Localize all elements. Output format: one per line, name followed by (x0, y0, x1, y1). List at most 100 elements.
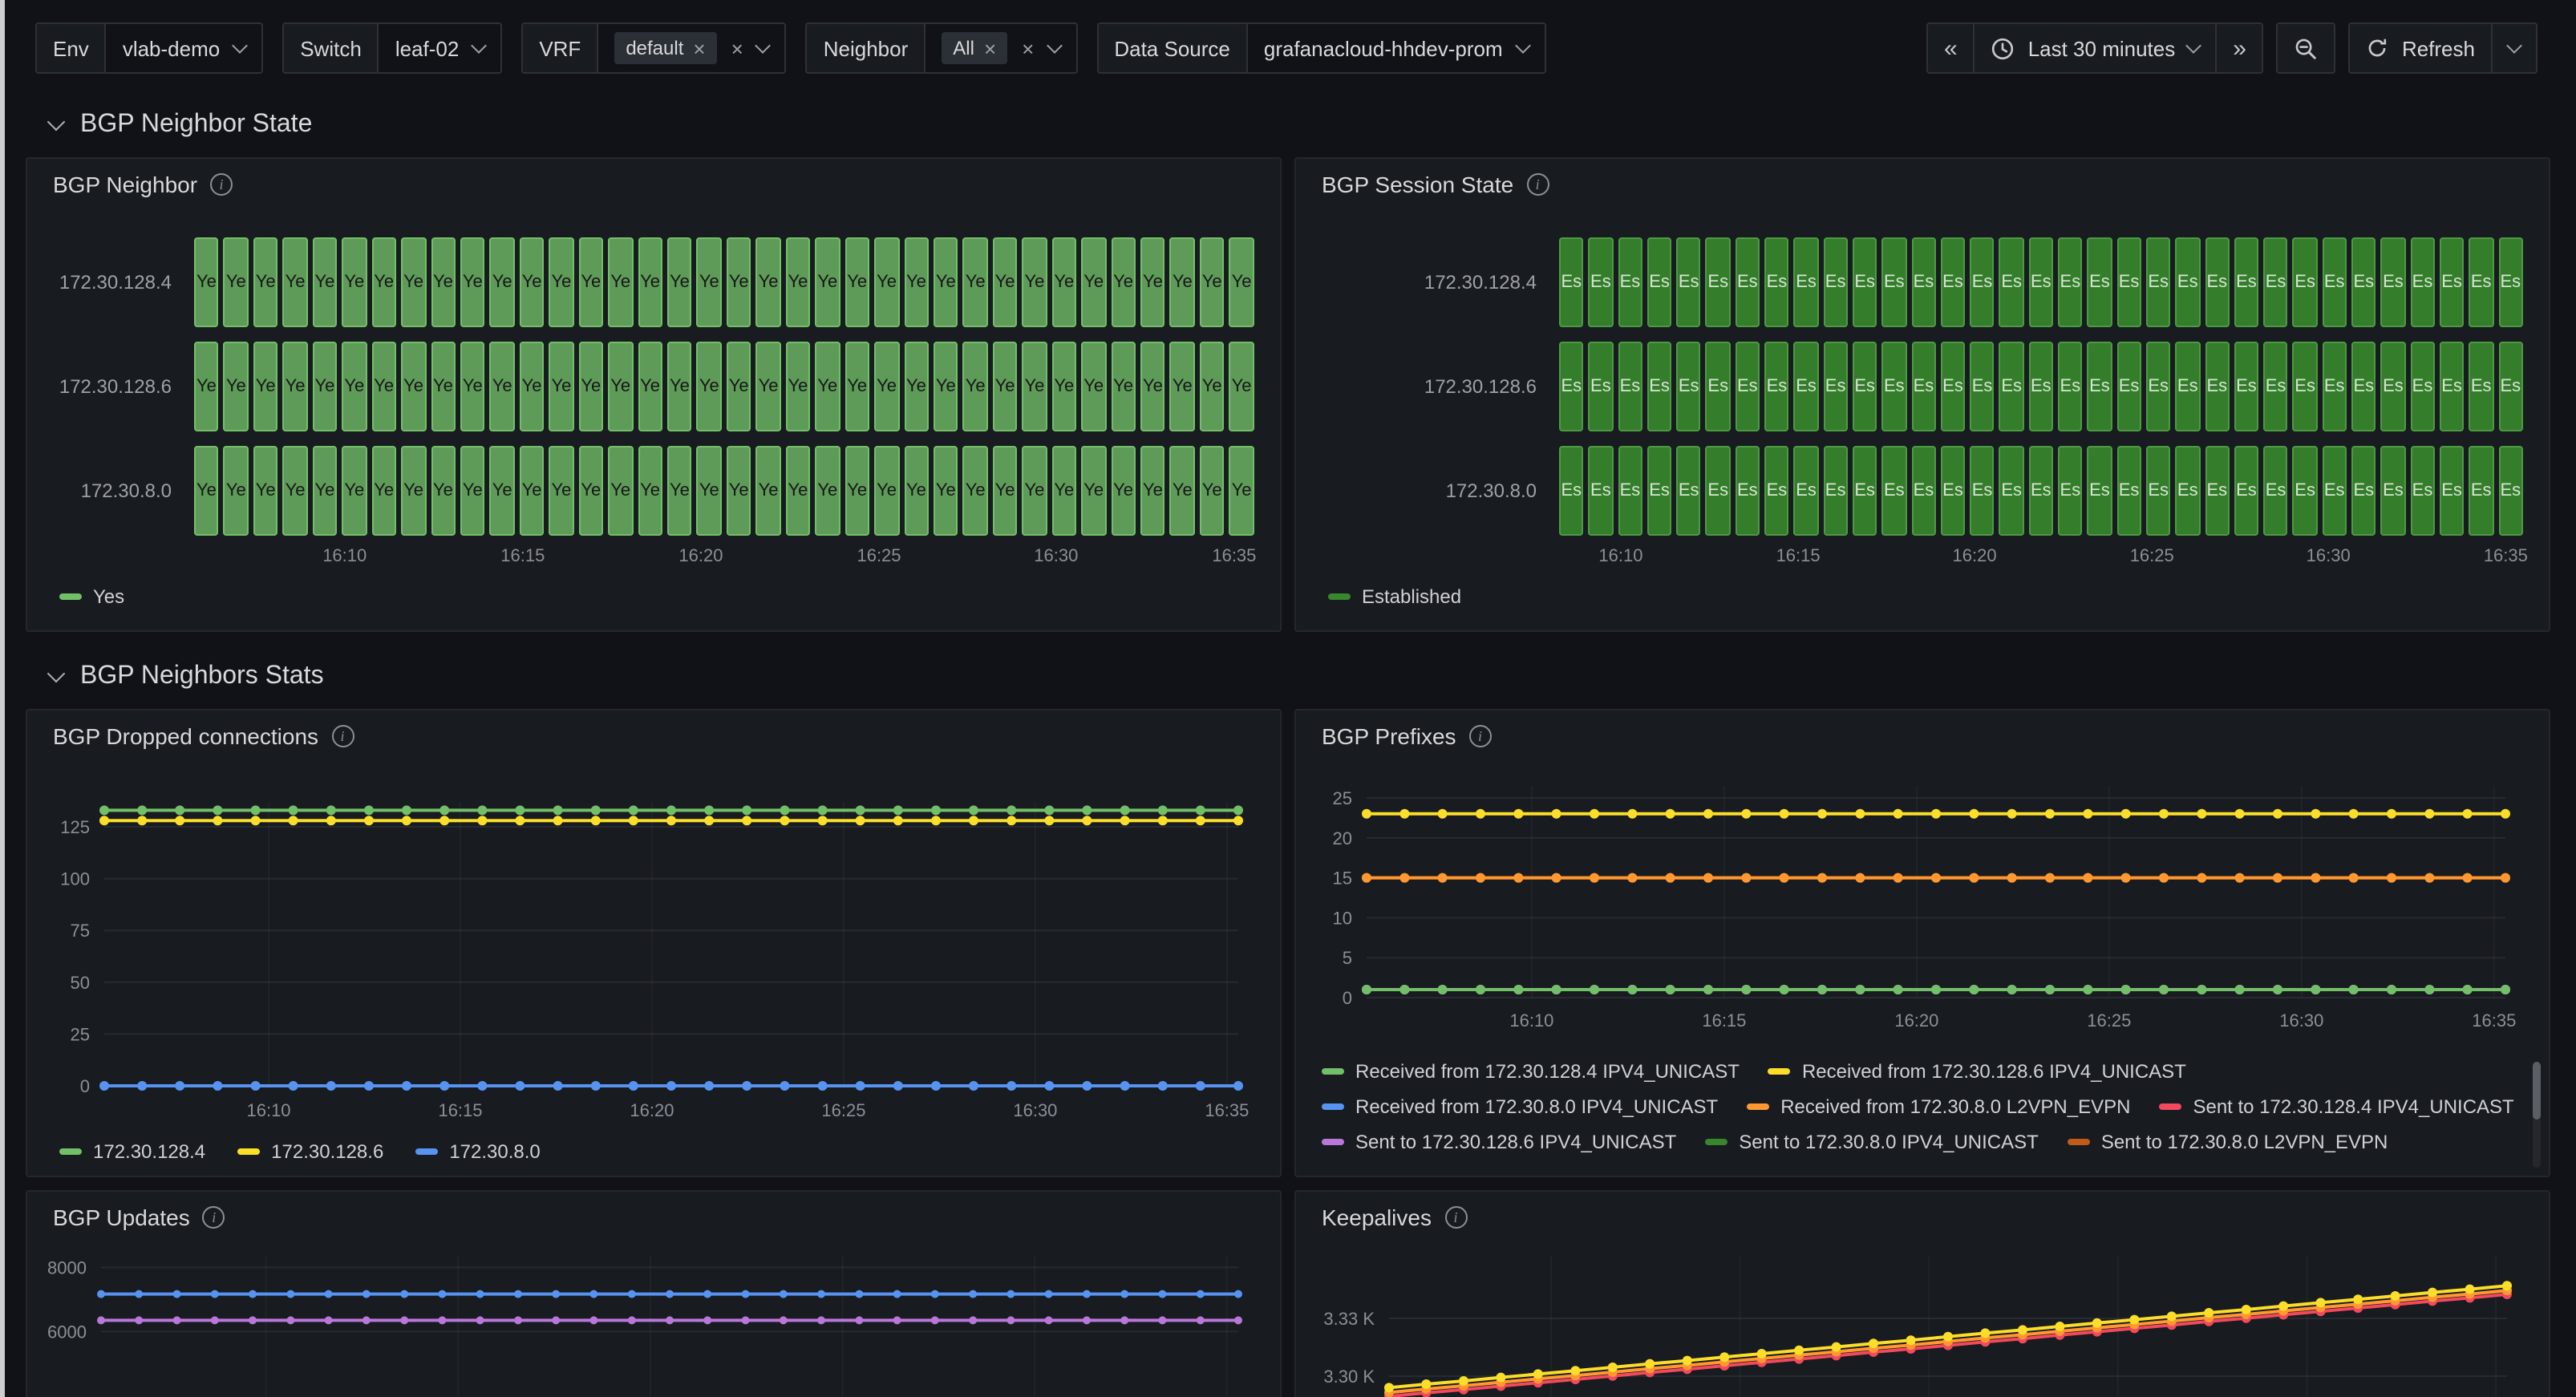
legend-item[interactable]: Established (1328, 585, 1461, 608)
legend-scrollbar[interactable] (2533, 1062, 2541, 1168)
series-point (514, 1290, 522, 1298)
legend-item[interactable]: Received from 172.30.8.0 L2VPN_EVPN (1747, 1089, 2130, 1123)
status-cell: Ye (313, 342, 338, 431)
legend-item[interactable]: 172.30.128.4 (59, 1140, 205, 1163)
info-icon[interactable] (1444, 1206, 1467, 1229)
status-row: 172.30.128.4YeYeYeYeYeYeYeYeYeYeYeYeYeYe… (27, 237, 1280, 327)
status-cell: Ye (756, 446, 781, 536)
status-cell: Ye (904, 446, 929, 536)
series-point (2242, 1305, 2251, 1314)
series-point (704, 805, 714, 815)
panel-header[interactable]: Keepalives (1296, 1192, 2549, 1243)
panel-header[interactable]: BGP Updates (27, 1192, 1280, 1243)
chip-label: default (626, 37, 683, 59)
dashboard-content: BGP Neighbor State BGP Neighbor 172.30.1… (0, 93, 2576, 1397)
remove-value-icon[interactable] (984, 38, 996, 59)
status-cell: Es (2029, 342, 2054, 431)
y-tick-label: 25 (1333, 788, 1352, 808)
var-switch-select[interactable]: leaf-02 (378, 22, 503, 74)
series-point (1969, 873, 1979, 883)
status-cell: Es (1823, 342, 1848, 431)
legend-item[interactable]: Received from 172.30.8.0 IPV4_UNICAST (1322, 1089, 1718, 1123)
remove-value-icon[interactable] (693, 38, 705, 59)
time-shift-back-button[interactable] (1926, 22, 1975, 74)
time-controls: Last 30 minutes (1926, 22, 2538, 74)
series-point (1082, 805, 1092, 815)
var-vrf-select[interactable]: default (597, 22, 786, 74)
info-icon[interactable] (331, 725, 354, 747)
series-point (249, 1316, 257, 1324)
chart-legend: 172.30.128.4 172.30.128.6 172.30.8.0 (59, 1140, 541, 1163)
status-cell: Es (2410, 237, 2435, 327)
var-vrf-chip[interactable]: default (614, 32, 716, 64)
status-cells: EsEsEsEsEsEsEsEsEsEsEsEsEsEsEsEsEsEsEsEs… (1559, 446, 2523, 536)
series-point (780, 1316, 788, 1324)
series-point (515, 805, 525, 815)
series-point (2045, 873, 2055, 883)
series-point (780, 805, 789, 815)
clear-all-icon[interactable] (1022, 38, 1034, 59)
zoom-out-button[interactable] (2277, 22, 2336, 74)
legend-item[interactable]: 172.30.8.0 (415, 1140, 540, 1163)
panel-header[interactable]: BGP Prefixes (1296, 711, 2549, 762)
legend-scrollbar-thumb[interactable] (2533, 1062, 2541, 1120)
series-point (364, 805, 374, 815)
status-cell: Es (2234, 446, 2259, 536)
legend-item[interactable]: Sent to 172.30.128.4 IPV4_UNICAST (2159, 1089, 2513, 1123)
var-neighbor-chip[interactable]: All (942, 32, 1007, 64)
info-icon[interactable] (203, 1206, 225, 1229)
info-icon[interactable] (1526, 173, 1549, 196)
status-cell: Ye (431, 446, 456, 536)
x-tick-label: 16:35 (2472, 1010, 2516, 1031)
status-cell: Ye (253, 446, 278, 536)
status-cell: Ye (963, 237, 988, 327)
var-datasource-select[interactable]: grafanacloud-hhdev-prom (1246, 22, 1546, 74)
window-edge (0, 0, 5, 1397)
legend-item[interactable]: Yes (59, 585, 124, 608)
legend-item[interactable]: Received from 172.30.128.6 IPV4_UNICAST (1768, 1054, 2186, 1087)
legend-item[interactable]: Sent to 172.30.8.0 L2VPN_EVPN (2068, 1124, 2388, 1158)
refresh-interval-dropdown[interactable] (2491, 22, 2538, 74)
series-point (364, 816, 374, 825)
series-point (173, 1316, 181, 1324)
status-cell: Ye (1140, 342, 1165, 431)
panel-header[interactable]: BGP Dropped connections (27, 711, 1280, 762)
series-point (818, 805, 828, 815)
series-point (1627, 873, 1637, 883)
series-point (364, 1081, 374, 1091)
series-point (2167, 1311, 2177, 1321)
series-point (969, 1081, 978, 1091)
status-cell: Ye (1140, 446, 1165, 536)
time-range-picker[interactable]: Last 30 minutes (1974, 22, 2218, 74)
status-row: 172.30.128.4EsEsEsEsEsEsEsEsEsEsEsEsEsEs… (1296, 237, 2549, 327)
legend-item[interactable]: Sent to 172.30.8.0 IPV4_UNICAST (1705, 1124, 2039, 1158)
series-point (817, 1316, 825, 1324)
status-cell: Es (2058, 446, 2083, 536)
refresh-button[interactable]: Refresh (2349, 22, 2493, 74)
series-point (1007, 805, 1016, 815)
status-cell: Ye (1229, 237, 1254, 327)
series-point (742, 805, 751, 815)
var-switch-label: Switch (282, 22, 378, 74)
status-cell: Ye (608, 237, 633, 327)
legend-item[interactable]: 172.30.128.6 (237, 1140, 383, 1163)
time-shift-forward-button[interactable] (2215, 22, 2264, 74)
panel-header[interactable]: BGP Session State (1296, 159, 2549, 210)
legend-item[interactable]: Received from 172.30.128.4 IPV4_UNICAST (1322, 1054, 1740, 1087)
legend-swatch (415, 1148, 438, 1155)
panel-row-3: BGP Updates 80006000 Keepalives 3.33 K3.… (26, 1190, 2550, 1397)
clear-all-icon[interactable] (731, 38, 743, 59)
info-icon[interactable] (1469, 725, 1492, 747)
series-point (818, 816, 828, 825)
panel-bgp-dropped-connections: BGP Dropped connections 025507510012516:… (26, 709, 1282, 1177)
panel-row-2: BGP Dropped connections 025507510012516:… (26, 709, 2550, 1177)
var-env-select[interactable]: vlab-demo (105, 22, 263, 74)
var-neighbor-select[interactable]: All (924, 22, 1077, 74)
section-bgp-neighbor-state[interactable]: BGP Neighbor State (26, 93, 2550, 157)
panel-header[interactable]: BGP Neighbor (27, 159, 1280, 210)
info-icon[interactable] (210, 173, 233, 196)
series-point (1719, 1352, 1729, 1362)
legend-item[interactable]: Sent to 172.30.128.6 IPV4_UNICAST (1322, 1124, 1676, 1158)
series-point (2045, 985, 2055, 994)
section-bgp-neighbors-stats[interactable]: BGP Neighbors Stats (26, 645, 2550, 709)
